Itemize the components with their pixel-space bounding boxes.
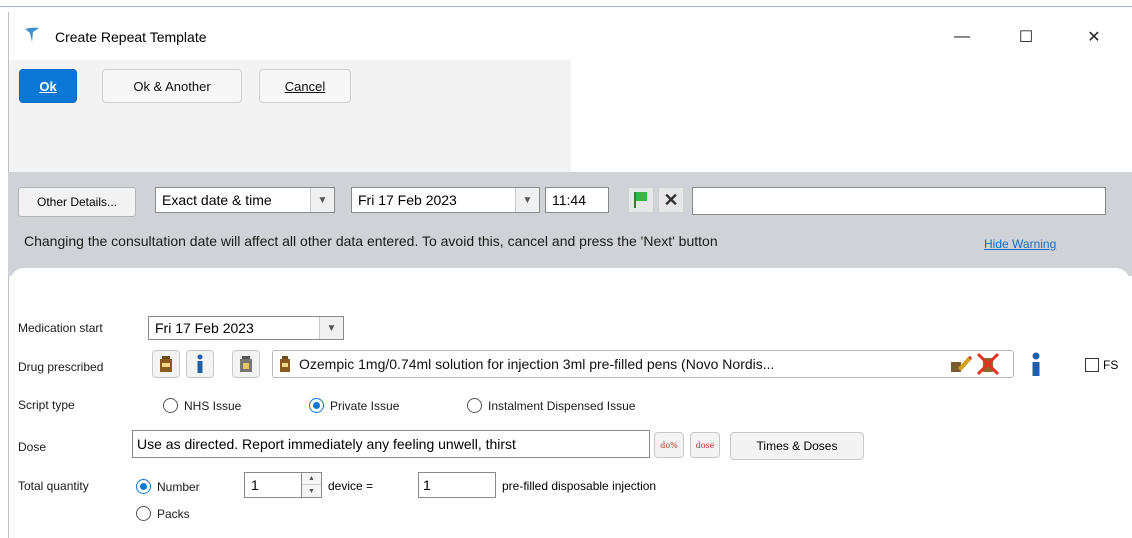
- ok-and-another-button[interactable]: Ok & Another: [102, 69, 242, 103]
- clear-icon[interactable]: ✕: [658, 187, 684, 213]
- drug-prescribed-label: Drug prescribed: [18, 360, 104, 374]
- dose-input[interactable]: Use as directed. Report immediately any …: [132, 430, 650, 458]
- close-button[interactable]: ✕: [1071, 22, 1117, 52]
- dose-label: Dose: [18, 440, 47, 454]
- date-mode-value: Exact date & time: [162, 192, 272, 208]
- quantity-units-input[interactable]: 1: [418, 472, 496, 498]
- script-type-private-radio[interactable]: [309, 398, 324, 413]
- flag-icon-svg: [634, 192, 647, 208]
- drug-pack-button[interactable]: [232, 350, 260, 378]
- drug-prescribed-field[interactable]: Ozempic 1mg/0.74ml solution for injectio…: [272, 350, 1014, 378]
- times-and-doses-button[interactable]: Times & Doses: [730, 432, 864, 460]
- stepper-down-icon[interactable]: ▼: [302, 485, 321, 497]
- flag-icon[interactable]: [628, 187, 654, 213]
- medication-start-select[interactable]: Fri 17 Feb 2023 ▼: [148, 316, 344, 340]
- fs-label: FS: [1103, 358, 1119, 372]
- dose-edit-icon[interactable]: dose: [690, 432, 720, 458]
- script-type-nhs-radio[interactable]: [163, 398, 178, 413]
- quantity-stepper[interactable]: ▲ ▼: [302, 472, 322, 498]
- quantity-packs-radio[interactable]: [136, 506, 151, 521]
- chevron-down-icon[interactable]: ▼: [310, 188, 334, 212]
- app-icon: [25, 27, 39, 42]
- pack-bottle-icon: [240, 356, 252, 372]
- medication-start-label: Medication start: [18, 321, 103, 335]
- chevron-down-icon[interactable]: ▼: [515, 188, 539, 212]
- stepper-up-icon[interactable]: ▲: [302, 473, 321, 485]
- unit-label: pre-filled disposable injection: [502, 479, 657, 493]
- window-title: Create Repeat Template: [55, 29, 207, 45]
- quantity-input[interactable]: 1: [244, 472, 302, 498]
- total-quantity-label: Total quantity: [18, 479, 89, 493]
- maximize-button[interactable]: ☐: [1003, 22, 1049, 52]
- info-icon[interactable]: [1026, 352, 1046, 378]
- drug-edit-icon[interactable]: [950, 354, 972, 374]
- desktop-line: [0, 6, 1132, 7]
- script-type-private-label: Private Issue: [330, 399, 400, 413]
- other-details-button[interactable]: Other Details...: [18, 187, 136, 217]
- drug-search-button[interactable]: [152, 350, 180, 378]
- script-type-instalment-label: Instalment Dispensed Issue: [488, 399, 636, 413]
- quantity-number-label: Number: [157, 480, 200, 494]
- consultation-date-select[interactable]: Fri 17 Feb 2023 ▼: [351, 187, 540, 213]
- drug-remove-icon[interactable]: [976, 352, 1000, 376]
- drug-info-button[interactable]: [186, 350, 214, 378]
- script-type-nhs-label: NHS Issue: [184, 399, 242, 413]
- script-type-instalment-radio[interactable]: [467, 398, 482, 413]
- device-label: device =: [328, 479, 374, 493]
- consultation-time-field[interactable]: 11:44: [545, 187, 609, 213]
- consultation-date-value: Fri 17 Feb 2023: [358, 192, 457, 208]
- fs-checkbox[interactable]: [1085, 358, 1099, 372]
- date-mode-select[interactable]: Exact date & time ▼: [155, 187, 335, 213]
- info-icon: [197, 354, 203, 373]
- bottle-icon: [160, 356, 172, 372]
- consultation-text-input[interactable]: [692, 187, 1106, 215]
- hide-warning-link[interactable]: Hide Warning: [984, 237, 1056, 251]
- dose-insert-icon[interactable]: do%: [654, 432, 684, 458]
- quantity-number-radio[interactable]: [136, 479, 151, 494]
- minimize-button[interactable]: —: [939, 22, 985, 52]
- medication-start-value: Fri 17 Feb 2023: [155, 320, 254, 336]
- chevron-down-icon[interactable]: ▼: [319, 317, 343, 339]
- title-bar: Create Repeat Template — ☐ ✕: [9, 12, 1132, 60]
- drug-name: Ozempic 1mg/0.74ml solution for injectio…: [299, 356, 775, 372]
- script-type-label: Script type: [18, 398, 75, 412]
- button-bar: Ok Ok & Another Cancel: [9, 60, 571, 184]
- date-change-warning: Changing the consultation date will affe…: [24, 233, 718, 249]
- ok-button[interactable]: Ok: [19, 69, 77, 103]
- cancel-button[interactable]: Cancel: [259, 69, 351, 103]
- quantity-packs-label: Packs: [157, 507, 190, 521]
- bottle-icon: [280, 356, 290, 372]
